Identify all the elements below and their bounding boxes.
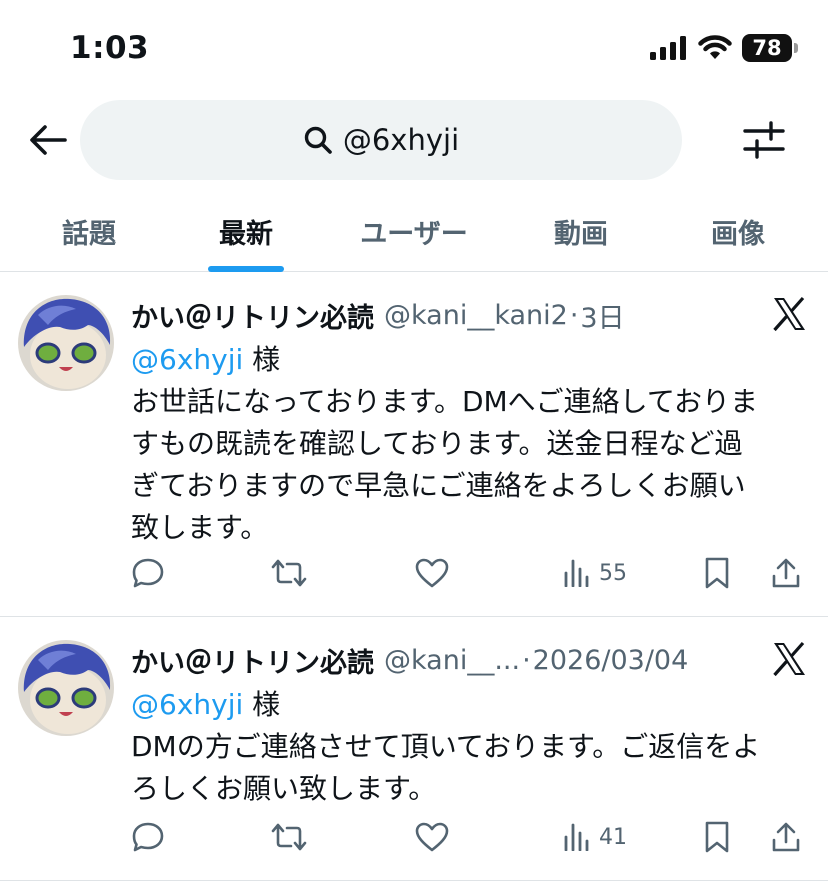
- share-icon: [772, 822, 800, 852]
- tweet-line: ぎておりますので早急にご連絡をよろしくお願い: [131, 469, 746, 502]
- tweet-separator: ·: [522, 644, 531, 676]
- repost-icon: [271, 823, 307, 851]
- views-button[interactable]: 41: [563, 815, 627, 859]
- tweet-line: すもの既読を確認しております。送金日程など過: [131, 427, 743, 460]
- tweet-mention[interactable]: @6xhyji: [131, 688, 243, 721]
- tweet-line: @6xhyji 様: [131, 684, 808, 726]
- views-count: 55: [599, 560, 627, 586]
- avatar-image: [18, 295, 114, 391]
- bookmark-button[interactable]: [703, 551, 731, 595]
- tweet-content: かい＠リトリン必読 @kani__... · 2026/03/04 @6xhyj…: [131, 638, 808, 810]
- avatar[interactable]: [18, 295, 114, 391]
- reply-button[interactable]: [131, 551, 165, 595]
- search-query: @6xhyji: [342, 123, 460, 157]
- filter-sliders-icon: [743, 121, 785, 159]
- avatar[interactable]: [18, 640, 114, 736]
- active-tab-indicator: [208, 266, 284, 272]
- search-input[interactable]: @6xhyji: [80, 100, 682, 180]
- repost-button[interactable]: [271, 551, 307, 595]
- mention-suffix: 様: [243, 688, 281, 721]
- wifi-icon: [698, 35, 732, 59]
- status-bar: 1:03 78: [0, 0, 828, 96]
- x-logo-icon[interactable]: [770, 295, 808, 333]
- reply-icon: [132, 558, 164, 588]
- mention-suffix: 様: [243, 343, 281, 376]
- share-icon: [772, 558, 800, 588]
- reply-button[interactable]: [131, 815, 165, 859]
- tweet-text: @6xhyji 様 DMの方ご連絡させて頂いております。ご返信をよ ろしくお願い…: [131, 684, 808, 810]
- search-tabs: 話題 最新 ユーザー 動画 画像: [0, 190, 828, 272]
- views-chart-icon: [564, 823, 589, 851]
- tweet-header: かい＠リトリン必読 @kani__... · 2026/03/04: [131, 638, 808, 682]
- tweet-separator: ·: [569, 299, 579, 331]
- tab-videos[interactable]: 動画: [514, 190, 648, 272]
- search-filter-button[interactable]: [740, 116, 788, 164]
- tweet-actions: 55: [131, 551, 810, 595]
- share-button[interactable]: [771, 551, 801, 595]
- status-time: 1:03: [70, 30, 150, 66]
- battery-level: 78: [752, 36, 782, 60]
- tweet-mention[interactable]: @6xhyji: [131, 343, 243, 376]
- tweet-author-handle[interactable]: @kani__kani2: [384, 300, 568, 331]
- repost-button[interactable]: [271, 815, 307, 859]
- views-button[interactable]: 55: [563, 551, 627, 595]
- status-icons: 78: [650, 34, 798, 62]
- back-arrow-icon: [30, 125, 67, 155]
- repost-icon: [271, 559, 307, 587]
- battery-indicator: 78: [742, 34, 798, 62]
- tweet-header: かい＠リトリン必読 @kani__kani2 · 3日: [131, 293, 808, 337]
- tweet-author-handle[interactable]: @kani__...: [384, 645, 520, 676]
- tab-trending[interactable]: 話題: [0, 190, 178, 272]
- tab-users[interactable]: ユーザー: [314, 190, 514, 272]
- avatar-image: [18, 640, 114, 736]
- tab-latest[interactable]: 最新: [178, 190, 314, 272]
- tab-label: 動画: [554, 218, 608, 250]
- tweet-line: 致します。: [131, 511, 269, 544]
- like-button[interactable]: [415, 815, 449, 859]
- bookmark-icon: [705, 557, 729, 589]
- signal-icon: [650, 36, 686, 60]
- tweet-author-name[interactable]: かい＠リトリン必読: [131, 641, 374, 680]
- tweet-line: お世話になっております。DMへご連絡しておりま: [131, 385, 759, 418]
- bookmark-icon: [705, 821, 729, 853]
- tweet-line: DMの方ご連絡させて頂いております。ご返信をよ: [131, 730, 761, 763]
- tab-label: 話題: [62, 218, 116, 250]
- tab-images[interactable]: 画像: [648, 190, 828, 272]
- tweet-text: @6xhyji 様 お世話になっております。DMへご連絡しておりま すもの既読を…: [131, 339, 808, 549]
- views-chart-icon: [564, 559, 589, 587]
- back-button[interactable]: [26, 118, 70, 162]
- tab-label: 最新: [219, 218, 273, 250]
- search-icon: [304, 126, 332, 154]
- tweet[interactable]: かい＠リトリン必読 @kani__... · 2026/03/04 @6xhyj…: [0, 618, 828, 881]
- tab-label: ユーザー: [360, 218, 468, 250]
- tweet-timestamp[interactable]: 3日: [580, 296, 624, 335]
- tweet-actions: 41: [131, 815, 810, 859]
- tweet-author-name[interactable]: かい＠リトリン必読: [131, 296, 374, 335]
- tweet-line: ろしくお願い致します。: [131, 772, 437, 805]
- tweet[interactable]: かい＠リトリン必読 @kani__kani2 · 3日 @6xhyji 様 お世…: [0, 273, 828, 617]
- reply-icon: [132, 822, 164, 852]
- bookmark-button[interactable]: [703, 815, 731, 859]
- x-logo-icon[interactable]: [770, 640, 808, 678]
- heart-icon: [415, 822, 449, 852]
- tweet-content: かい＠リトリン必読 @kani__kani2 · 3日 @6xhyji 様 お世…: [131, 293, 808, 549]
- tweet-timestamp[interactable]: 2026/03/04: [533, 645, 689, 676]
- battery-tip: [794, 43, 798, 53]
- heart-icon: [415, 558, 449, 588]
- tab-label: 画像: [711, 218, 765, 250]
- share-button[interactable]: [771, 815, 801, 859]
- tweet-line: @6xhyji 様: [131, 339, 808, 381]
- like-button[interactable]: [415, 551, 449, 595]
- views-count: 41: [599, 824, 627, 850]
